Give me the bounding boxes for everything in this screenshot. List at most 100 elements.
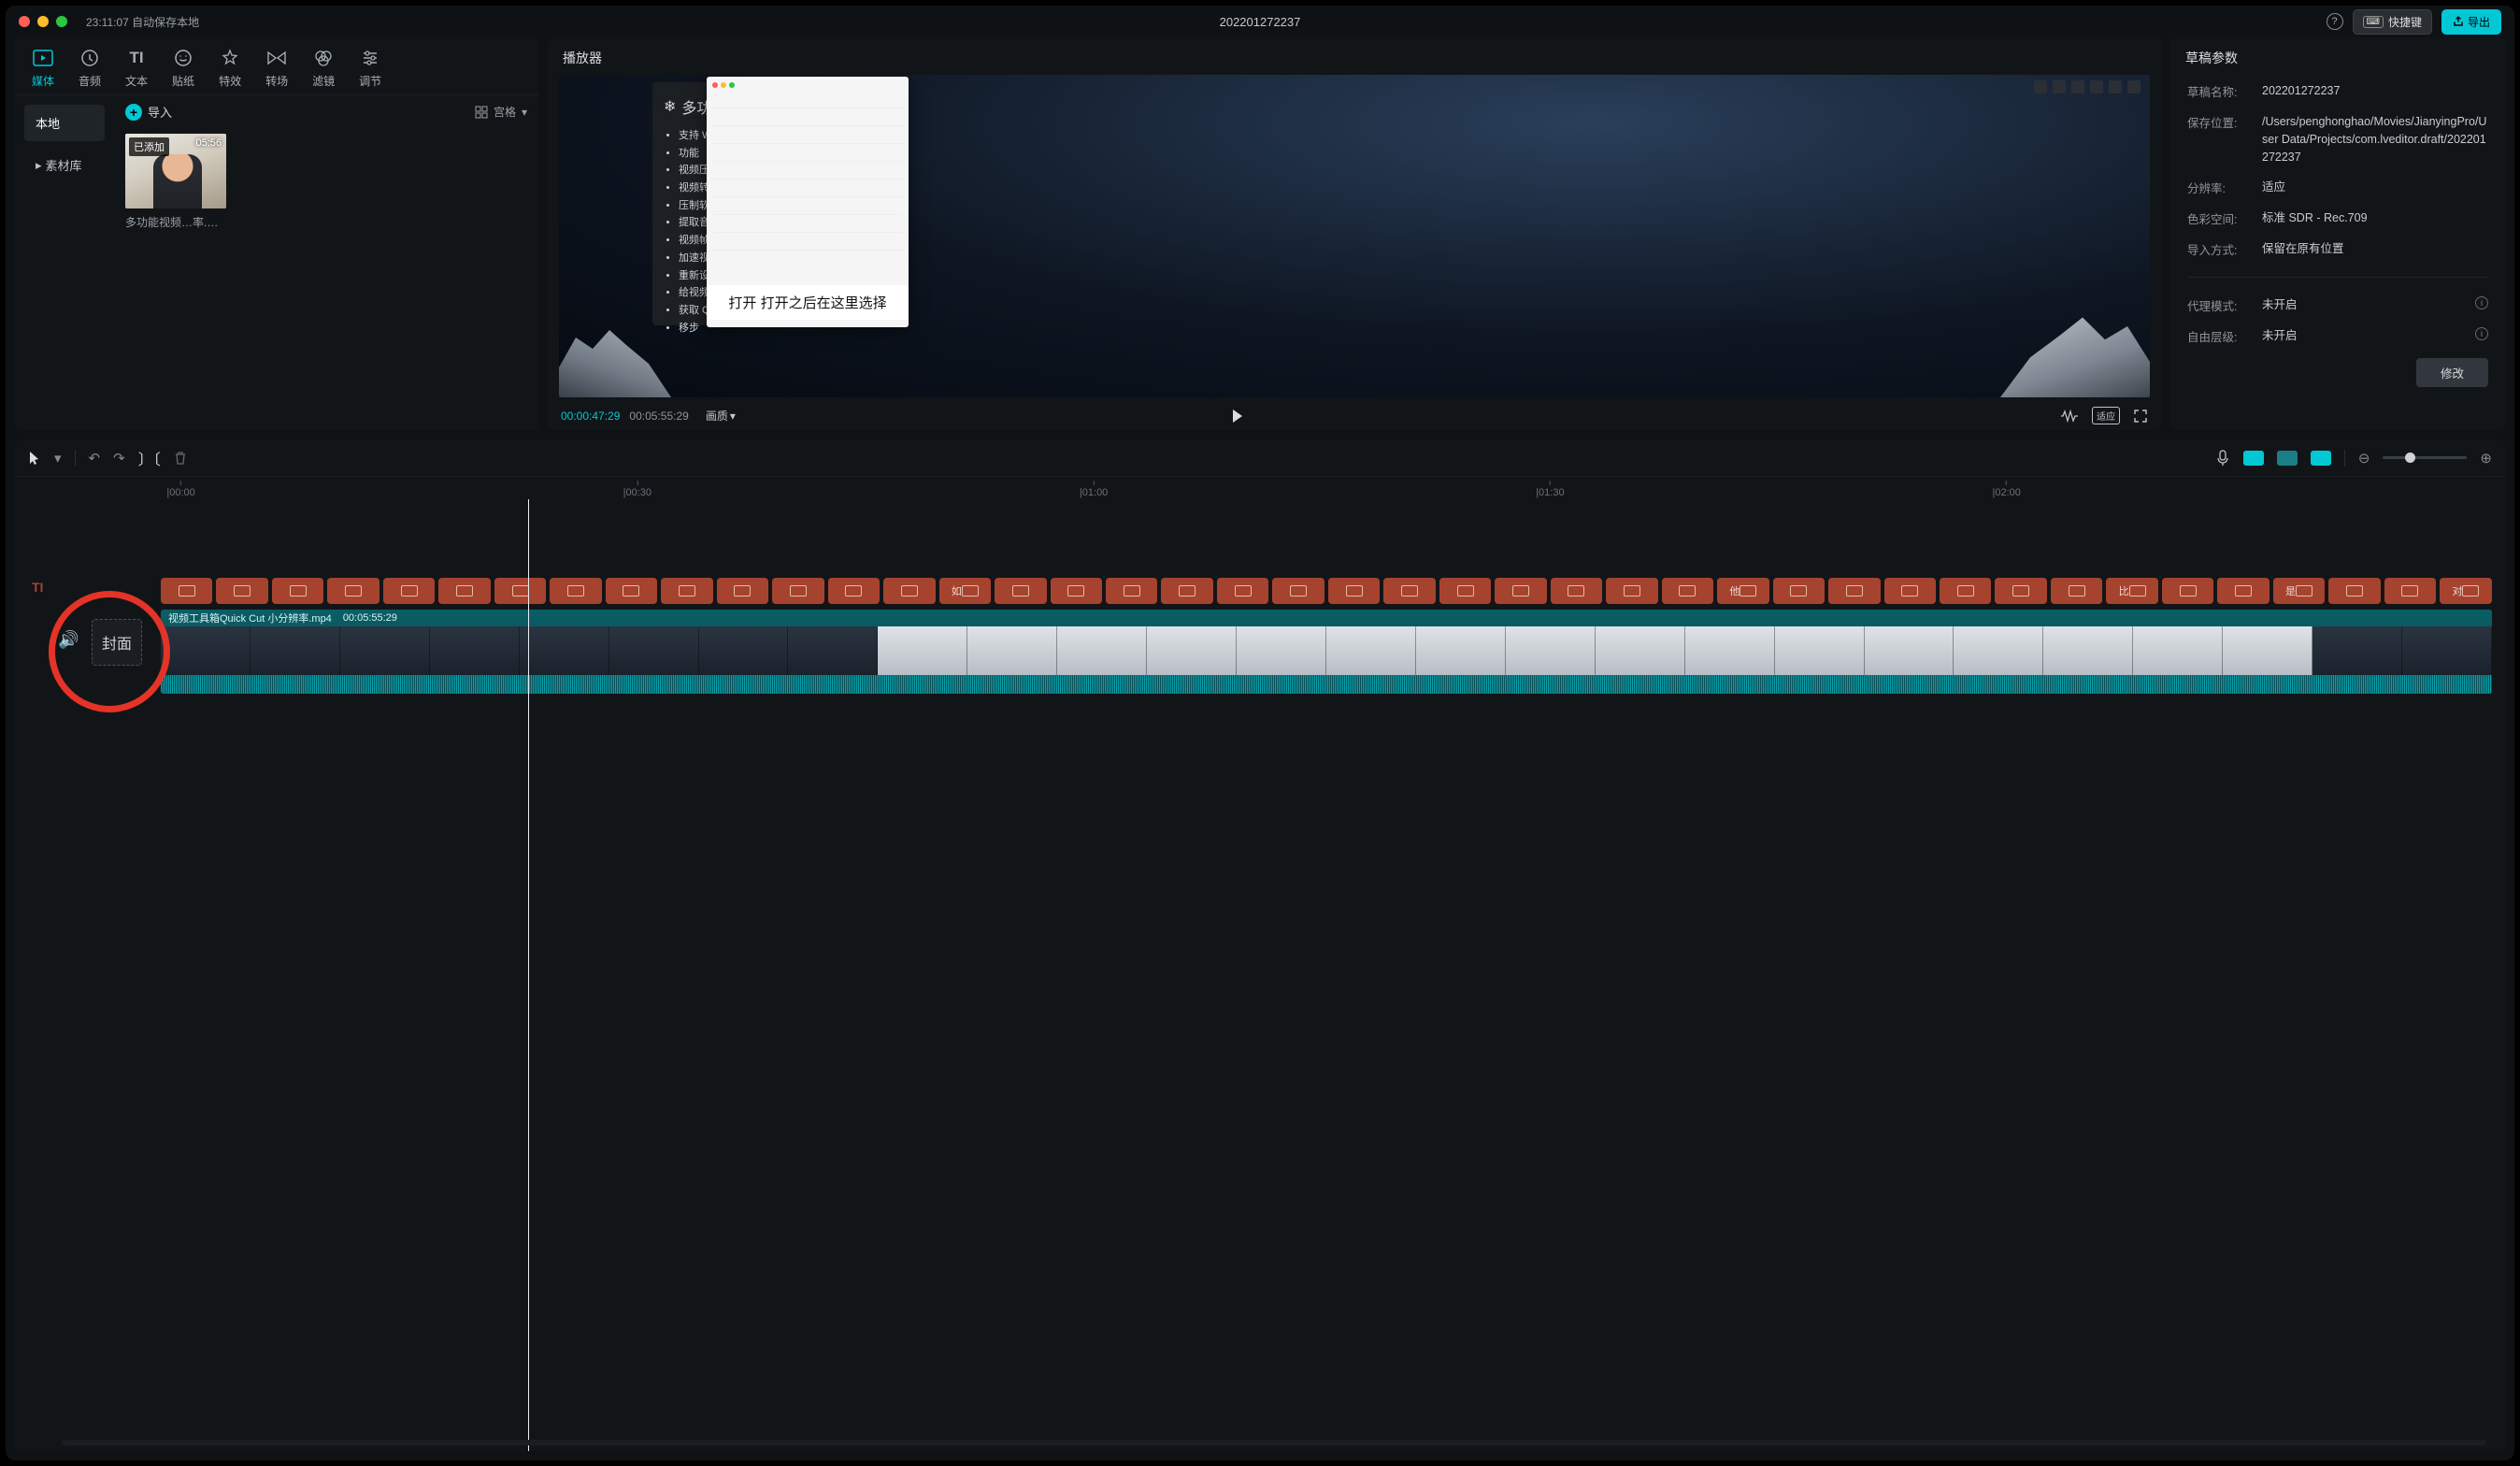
subtitle-clip[interactable] [1051,578,1102,604]
tab-filter[interactable]: 滤镜 [312,47,335,89]
audio-icon [80,47,99,69]
subtitle-clip[interactable] [383,578,435,604]
split-tool[interactable]: 〕〔 [138,447,161,469]
mic-icon[interactable] [2215,449,2230,467]
preview-white-window: 打开 打开之后在这里选择 [707,77,909,327]
subtitle-clip[interactable] [1439,578,1491,604]
subtitle-clip[interactable] [1551,578,1602,604]
fullscreen-icon[interactable] [2133,409,2148,424]
sidebar-library[interactable]: ▸ 素材库 [24,147,105,183]
subtitle-clip[interactable] [494,578,546,604]
subtitle-clip[interactable] [2217,578,2269,604]
subtitle-clip[interactable] [1161,578,1212,604]
playhead[interactable] [528,499,529,1451]
zoom-out-button[interactable]: ⊖ [2358,450,2370,467]
subtitle-clip[interactable] [550,578,601,604]
export-button[interactable]: 导出 [2441,9,2501,35]
subtitle-clip[interactable] [717,578,768,604]
timeline-ruler[interactable]: |00:00|00:30|01:00|01:30|02:00 [15,477,2505,499]
subtitle-clip[interactable] [1328,578,1380,604]
subtitle-clip[interactable] [216,578,267,604]
subtitle-clip[interactable] [606,578,657,604]
undo-button[interactable]: ↶ [89,450,101,467]
delete-button[interactable] [174,451,187,466]
subtitle-clip[interactable] [828,578,880,604]
subtitle-clip[interactable] [1773,578,1825,604]
subtitle-track[interactable]: 如他比是对 [161,578,2492,604]
tab-audio[interactable]: 音频 [79,47,101,89]
tab-transition[interactable]: 转场 [265,47,288,89]
shortcuts-button[interactable]: ⌨ 快捷键 [2353,9,2432,35]
subtitle-clip[interactable] [1383,578,1435,604]
subtitle-clip[interactable] [2384,578,2436,604]
play-button[interactable] [1233,410,1242,423]
help-icon[interactable]: ? [2327,13,2343,30]
subtitle-clip[interactable] [1606,578,1657,604]
subtitle-clip[interactable]: 比 [2106,578,2157,604]
timeline-body[interactable]: TI 如他比是对 视频工具箱Quick Cut 小分辨率.mp4 00:05:5… [15,499,2505,1451]
ruler-tick: |02:00 [1992,481,2020,498]
video-track-clip[interactable]: 视频工具箱Quick Cut 小分辨率.mp4 00:05:55:29 [161,610,2492,694]
param-row-proxy: 代理模式:未开启 i [2187,296,2488,314]
redo-button[interactable]: ↷ [113,450,125,467]
subtitle-clip[interactable] [1495,578,1546,604]
subtitle-clip[interactable] [772,578,823,604]
waveform-icon[interactable] [2060,409,2079,424]
info-icon[interactable]: i [2475,296,2488,309]
keyboard-icon: ⌨ [2363,16,2384,28]
subtitle-clip[interactable] [1828,578,1880,604]
track-toggle-3[interactable] [2311,451,2331,466]
subtitle-clip[interactable] [995,578,1046,604]
subtitle-clip[interactable] [2051,578,2102,604]
subtitle-clip[interactable] [161,578,212,604]
tab-effects[interactable]: 特效 [219,47,241,89]
subtitle-clip[interactable] [327,578,379,604]
subtitle-clip[interactable]: 如 [939,578,991,604]
sidebar-local[interactable]: 本地 [24,105,105,141]
tab-media[interactable]: 媒体 [32,47,54,89]
video-frame-thumb [788,626,878,675]
subtitle-clip[interactable] [1106,578,1157,604]
track-toggle-2[interactable] [2277,451,2298,466]
subtitle-clip[interactable]: 对 [2440,578,2491,604]
horizontal-scrollbar[interactable] [62,1440,2486,1445]
zoom-in-button[interactable]: ⊕ [2480,450,2492,467]
info-icon[interactable]: i [2475,327,2488,340]
selection-tool[interactable] [28,451,41,466]
maximize-window-icon[interactable] [56,16,67,27]
close-window-icon[interactable] [19,16,30,27]
modify-button[interactable]: 修改 [2416,358,2488,387]
subtitle-clip[interactable]: 是 [2273,578,2325,604]
view-mode-toggle[interactable]: 宫格 ▾ [475,104,527,120]
video-frame-thumb [2223,626,2312,675]
tool-dropdown[interactable]: ▾ [54,450,62,467]
subtitle-clip[interactable]: 他 [1717,578,1768,604]
subtitle-clip[interactable] [1662,578,1713,604]
zoom-slider[interactable] [2383,456,2467,459]
ratio-button[interactable]: 适应 [2092,407,2120,424]
subtitle-clip[interactable] [883,578,935,604]
video-frame-thumb [699,626,789,675]
subtitle-clip[interactable] [661,578,712,604]
subtitle-clip[interactable] [1217,578,1268,604]
subtitle-clip[interactable] [2162,578,2213,604]
video-frame-thumb [430,626,520,675]
tab-adjust[interactable]: 调节 [359,47,381,89]
tab-sticker[interactable]: 贴纸 [172,47,194,89]
tab-audio-label: 音频 [79,73,101,89]
minimize-window-icon[interactable] [37,16,49,27]
track-toggle-1[interactable] [2243,451,2264,466]
subtitle-clip[interactable] [2328,578,2380,604]
tab-text[interactable]: TI 文本 [125,47,148,89]
import-button[interactable]: + 导入 [125,103,172,121]
subtitle-clip[interactable] [1884,578,1936,604]
subtitle-clip[interactable] [272,578,323,604]
player-viewport[interactable]: ❄ 多功 支持 W功能视频压视频转压制软提取音视频帧加速视重新设给视频获取 Q移… [559,75,2150,397]
subtitle-clip[interactable] [1995,578,2046,604]
subtitle-clip[interactable] [1272,578,1324,604]
sticker-icon [174,47,193,69]
quality-selector[interactable]: 画质 ▾ [706,408,736,424]
subtitle-clip[interactable] [438,578,490,604]
subtitle-clip[interactable] [1940,578,1991,604]
media-thumbnail[interactable]: 已添加 05:56 多功能视频…率.mp4 [125,134,226,230]
